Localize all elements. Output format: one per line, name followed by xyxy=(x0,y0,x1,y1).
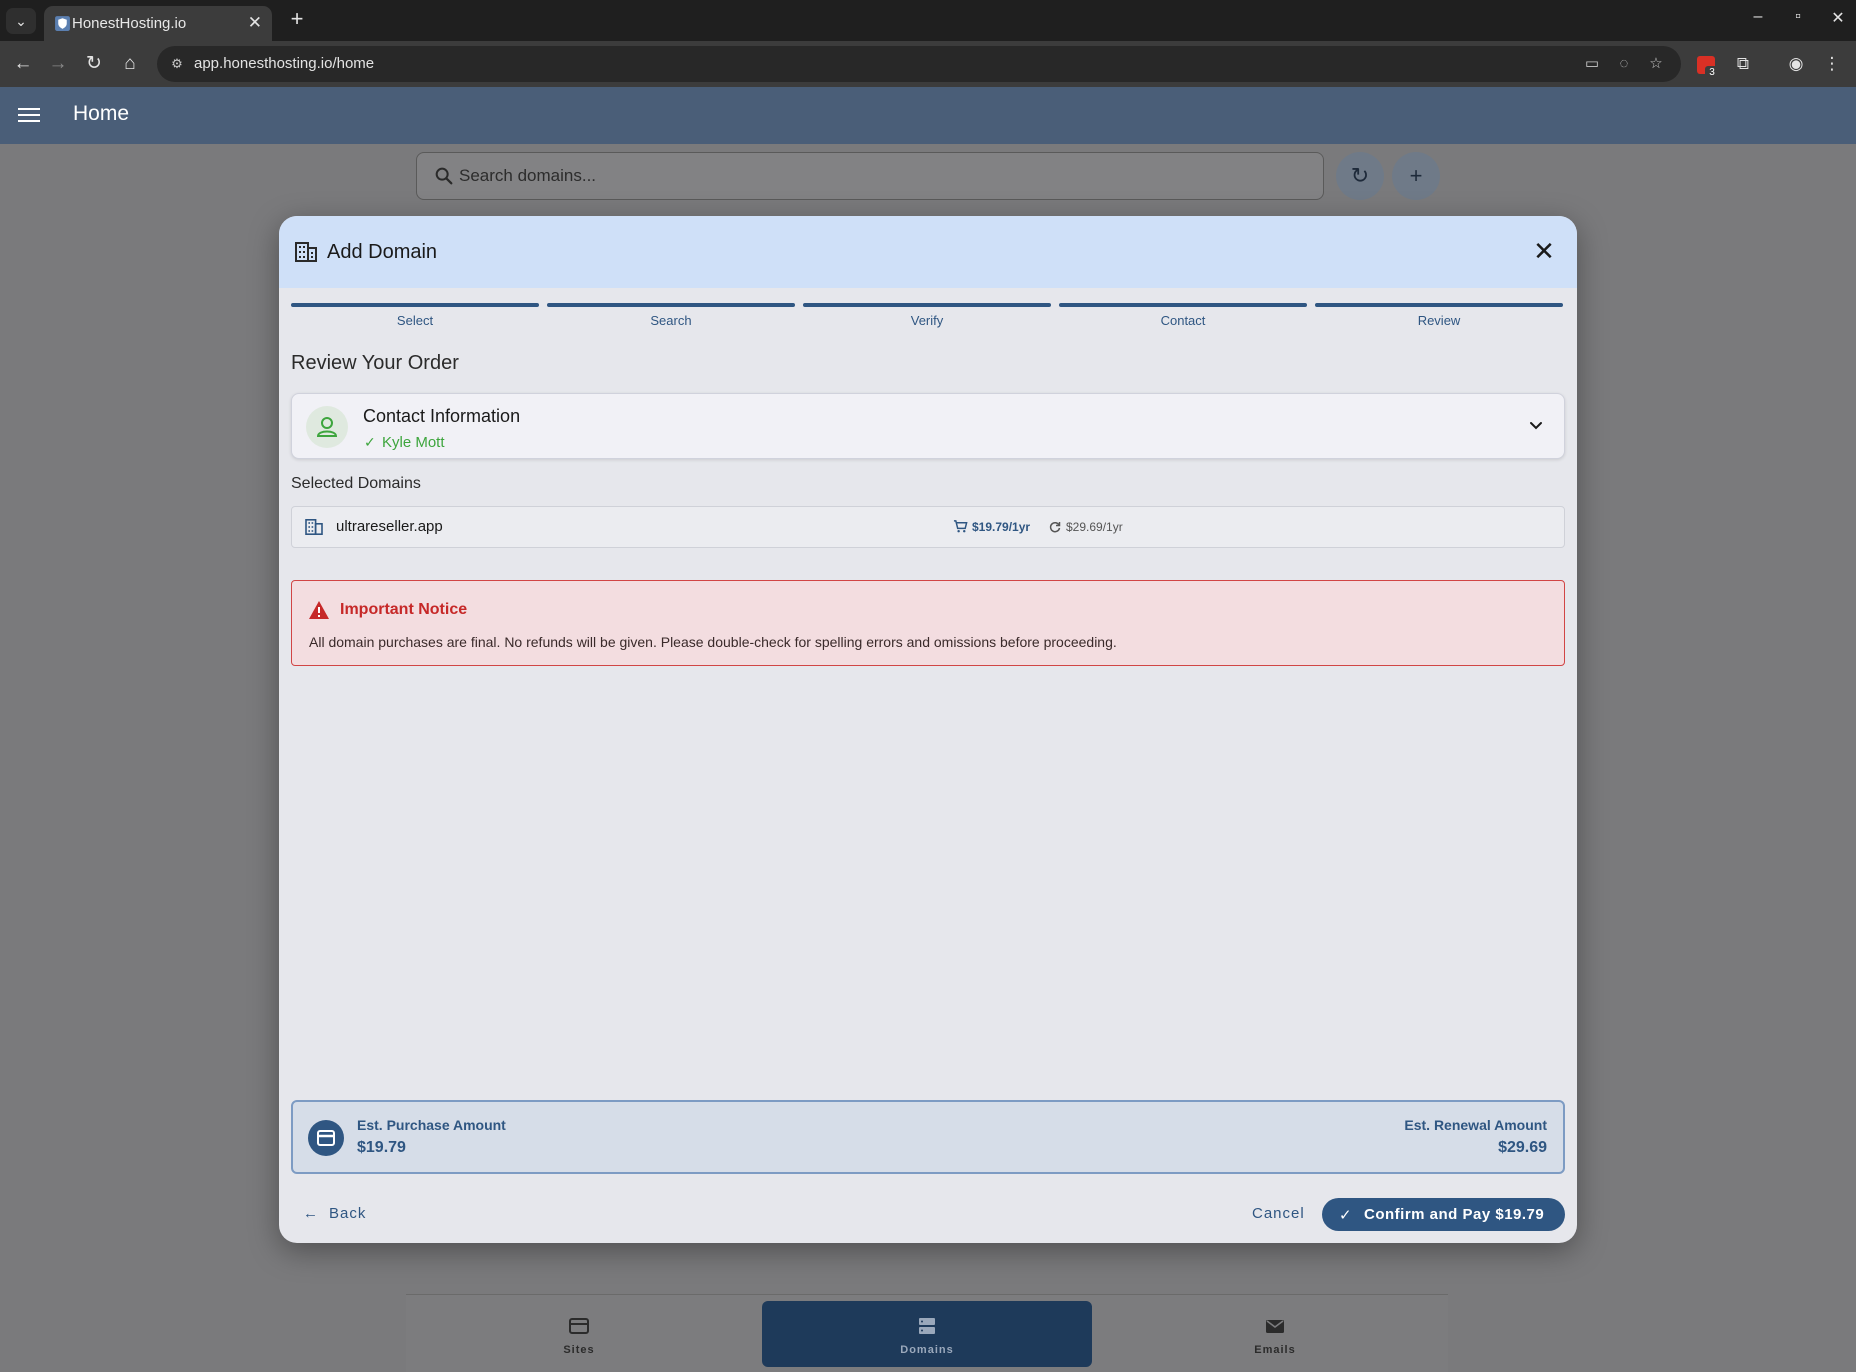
domain-search-bar[interactable] xyxy=(416,152,1324,200)
check-icon: ✓ xyxy=(364,434,376,450)
forward-nav-icon[interactable]: → xyxy=(44,50,72,78)
extensions-puzzle-icon[interactable]: ⧉ xyxy=(1730,51,1756,77)
step-label: Contact xyxy=(1160,313,1206,328)
renewal-amount-value: $29.69 xyxy=(1498,1139,1547,1156)
purchase-amount-label: Est. Purchase Amount xyxy=(357,1117,506,1133)
browser-toolbar: ← → ↻ ⌂ ⚙ app.honesthosting.io/home ▭ ◌ … xyxy=(0,41,1856,87)
step-verify: Verify xyxy=(803,303,1051,328)
new-tab-icon[interactable]: + xyxy=(282,6,312,32)
add-button[interactable]: + xyxy=(1392,152,1440,200)
nav-item-domains[interactable]: Domains xyxy=(762,1301,1092,1367)
tab-close-icon[interactable]: ✕ xyxy=(248,13,262,33)
review-title: Review Your Order xyxy=(291,352,459,374)
bookmark-star-icon[interactable]: ☆ xyxy=(1645,53,1667,75)
search-icon xyxy=(435,167,453,185)
tab-search-chevron-icon[interactable]: ⌄ xyxy=(6,8,36,34)
install-app-icon[interactable]: ▭ xyxy=(1581,53,1603,75)
window-close-icon[interactable]: ✕ xyxy=(1818,8,1856,28)
profile-icon[interactable]: ◉ xyxy=(1783,51,1809,77)
renew-icon xyxy=(1049,521,1061,533)
browser-tab[interactable]: HonestHosting.io ✕ xyxy=(44,6,272,41)
renewal-amount-label: Est. Renewal Amount xyxy=(1404,1117,1547,1133)
step-label: Verify xyxy=(910,313,944,328)
tab-title: HonestHosting.io xyxy=(72,15,187,32)
stepper: Select Search Verify Contact Review xyxy=(291,303,1565,333)
step-label: Select xyxy=(396,313,434,328)
nav-label-emails: Emails xyxy=(1254,1344,1296,1356)
back-label: Back xyxy=(329,1205,367,1222)
step-review: Review xyxy=(1315,303,1563,328)
confirm-pay-button[interactable]: ✓ Confirm and Pay $19.79 xyxy=(1322,1198,1565,1231)
back-nav-icon[interactable]: ← xyxy=(9,50,37,78)
home-icon[interactable]: ⌂ xyxy=(116,50,144,78)
reload-icon[interactable]: ↻ xyxy=(80,50,108,78)
maximize-icon[interactable]: ▫ xyxy=(1778,8,1818,26)
contact-title: Contact Information xyxy=(363,406,521,426)
dialog-title: Add Domain xyxy=(327,241,438,263)
step-contact: Contact xyxy=(1059,303,1307,328)
sites-icon xyxy=(569,1318,589,1334)
nav-item-sites[interactable]: Sites xyxy=(414,1295,744,1367)
step-label: Review xyxy=(1417,313,1461,328)
search-input[interactable] xyxy=(459,161,1299,191)
email-icon xyxy=(1266,1320,1284,1333)
bottom-nav: Sites Domains Emails xyxy=(406,1294,1448,1372)
back-button[interactable]: ← Back xyxy=(303,1205,366,1235)
confirm-label: Confirm and Pay $19.79 xyxy=(1364,1206,1545,1223)
nav-label-domains: Domains xyxy=(900,1344,954,1356)
close-icon[interactable]: ✕ xyxy=(1529,236,1559,267)
credit-card-icon xyxy=(308,1120,344,1156)
domain-renewal: $29.69/1yr xyxy=(1066,520,1123,534)
domains-icon xyxy=(919,1318,935,1334)
step-label: Search xyxy=(650,313,692,328)
nav-item-emails[interactable]: Emails xyxy=(1110,1295,1440,1367)
contact-name: Kyle Mott xyxy=(382,434,445,451)
shield-favicon-icon xyxy=(55,16,70,31)
domain-name: ultrareseller.app xyxy=(336,518,443,535)
important-notice: Important Notice All domain purchases ar… xyxy=(291,580,1565,666)
step-search: Search xyxy=(547,303,795,328)
building-icon xyxy=(305,519,323,535)
address-bar[interactable]: ⚙ app.honesthosting.io/home ▭ ◌ ☆ xyxy=(157,46,1681,82)
order-summary: Est. Purchase Amount $19.79 Est. Renewal… xyxy=(291,1100,1565,1174)
app-bar: Home xyxy=(0,87,1856,144)
site-info-icon[interactable]: ⚙ xyxy=(167,54,187,74)
step-select: Select xyxy=(291,303,539,328)
building-icon xyxy=(295,242,317,262)
dialog-header: Add Domain ✕ xyxy=(279,216,1577,288)
contact-info-panel[interactable]: Contact Information ✓ Kyle Mott xyxy=(291,393,1565,459)
notice-title: Important Notice xyxy=(340,601,468,618)
warning-icon xyxy=(309,601,329,619)
extension-badge: 3 xyxy=(1705,66,1719,79)
chevron-down-icon[interactable] xyxy=(1526,416,1546,436)
cart-icon xyxy=(953,520,968,533)
refresh-button[interactable]: ↻ xyxy=(1336,152,1384,200)
nav-label-sites: Sites xyxy=(563,1344,595,1356)
minimize-icon[interactable]: – xyxy=(1738,8,1778,26)
hamburger-menu-icon[interactable] xyxy=(18,104,40,126)
selected-domains-label: Selected Domains xyxy=(291,475,421,492)
page-title: Home xyxy=(73,102,130,125)
arrow-left-icon: ← xyxy=(303,1205,319,1222)
avatar xyxy=(306,406,348,448)
domain-list-item: ultrareseller.app $19.79/1yr $29.69/1yr xyxy=(291,506,1565,548)
notice-text: All domain purchases are final. No refun… xyxy=(309,634,1117,650)
add-domain-dialog: Add Domain ✕ Select Search Verify Contac… xyxy=(279,216,1577,1243)
tracking-eye-icon[interactable]: ◌ xyxy=(1613,53,1635,75)
browser-tabstrip: ⌄ HonestHosting.io ✕ + – ▫ ✕ xyxy=(0,0,1856,41)
url-text[interactable]: app.honesthosting.io/home xyxy=(194,55,374,72)
check-icon: ✓ xyxy=(1339,1207,1353,1224)
cancel-button[interactable]: Cancel xyxy=(1252,1205,1305,1222)
menu-kebab-icon[interactable]: ⋮ xyxy=(1819,51,1845,77)
domain-price: $19.79/1yr xyxy=(972,520,1031,534)
person-icon xyxy=(316,417,338,437)
purchase-amount-value: $19.79 xyxy=(357,1139,406,1156)
